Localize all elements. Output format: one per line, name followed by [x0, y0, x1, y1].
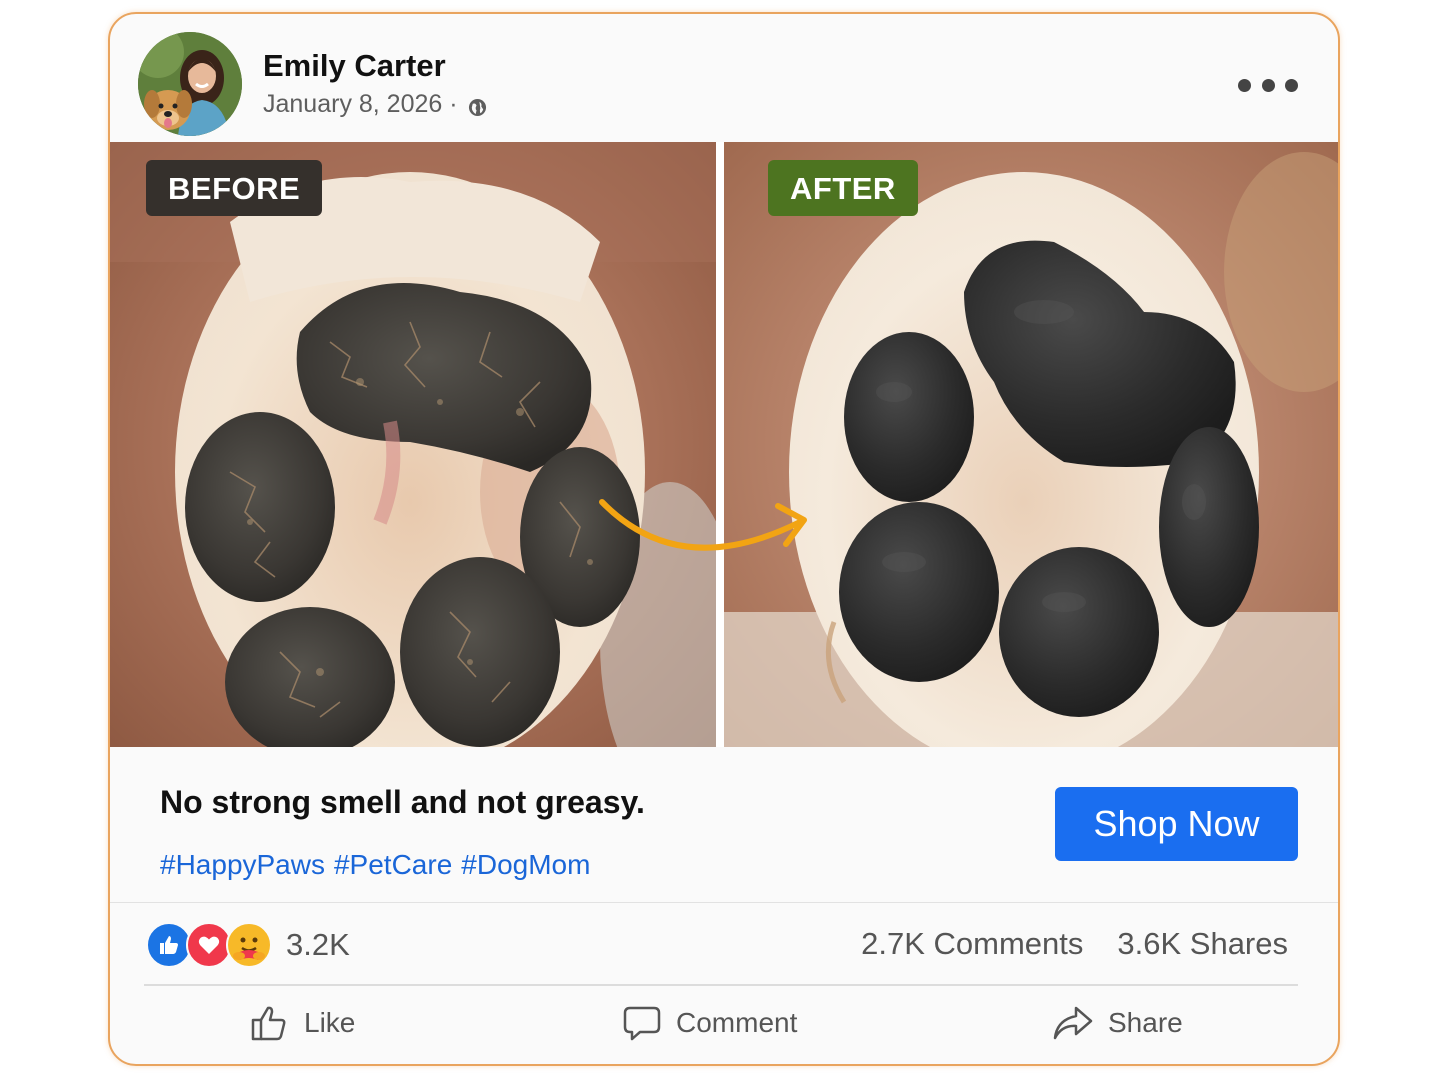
comments-count[interactable]: 2.7K Comments — [861, 926, 1083, 962]
more-dot — [1238, 78, 1251, 92]
divider — [110, 902, 1338, 903]
hashtags: #HappyPaws #PetCare #DogMom — [160, 849, 590, 881]
after-photo[interactable]: AFTER — [724, 142, 1338, 747]
divider — [144, 984, 1298, 986]
reactions-summary[interactable]: 3.2K — [146, 922, 350, 968]
share-button[interactable]: Share — [1052, 1004, 1183, 1042]
thumbs-up-icon — [251, 1006, 286, 1041]
more-dot — [1261, 78, 1275, 92]
like-button[interactable]: Like — [250, 1004, 355, 1042]
post-caption: No strong smell and not greasy. — [160, 784, 645, 820]
post-date-text: January 8, 2026 · — [263, 90, 458, 118]
comment-button[interactable]: Comment — [622, 1004, 797, 1042]
before-photo[interactable]: BEFORE — [110, 142, 716, 747]
author-name[interactable]: Emily Carter — [263, 48, 446, 84]
hashtag-link[interactable]: #HappyPaws — [160, 849, 325, 881]
globe-icon — [468, 95, 487, 117]
post-card: Emily Carter January 8, 2026 · BEFORE AF… — [108, 12, 1340, 1066]
care-reaction-icon — [226, 922, 272, 968]
share-label: Share — [1108, 1007, 1183, 1038]
hashtag-link[interactable]: #PetCare — [334, 849, 452, 881]
shares-count[interactable]: 3.6K Shares — [1117, 926, 1288, 962]
before-label: BEFORE — [146, 160, 323, 216]
after-label: AFTER — [768, 160, 918, 216]
more-dot — [1285, 78, 1298, 92]
like-label: Like — [304, 1007, 356, 1038]
more-options-icon[interactable] — [1238, 74, 1298, 96]
reaction-count: 3.2K — [286, 927, 350, 962]
author-avatar[interactable] — [138, 32, 242, 136]
hashtag-link[interactable]: #DogMom — [461, 849, 590, 881]
comment-label: Comment — [676, 1007, 798, 1038]
post-date: January 8, 2026 · — [263, 90, 487, 119]
engagement-stats: 2.7K Comments 3.6K Shares — [861, 926, 1288, 962]
before-after-photos: BEFORE AFTER — [110, 142, 1338, 747]
shop-now-button[interactable]: Shop Now — [1055, 787, 1298, 861]
comment-icon — [623, 1006, 661, 1041]
share-icon — [1053, 1006, 1093, 1040]
